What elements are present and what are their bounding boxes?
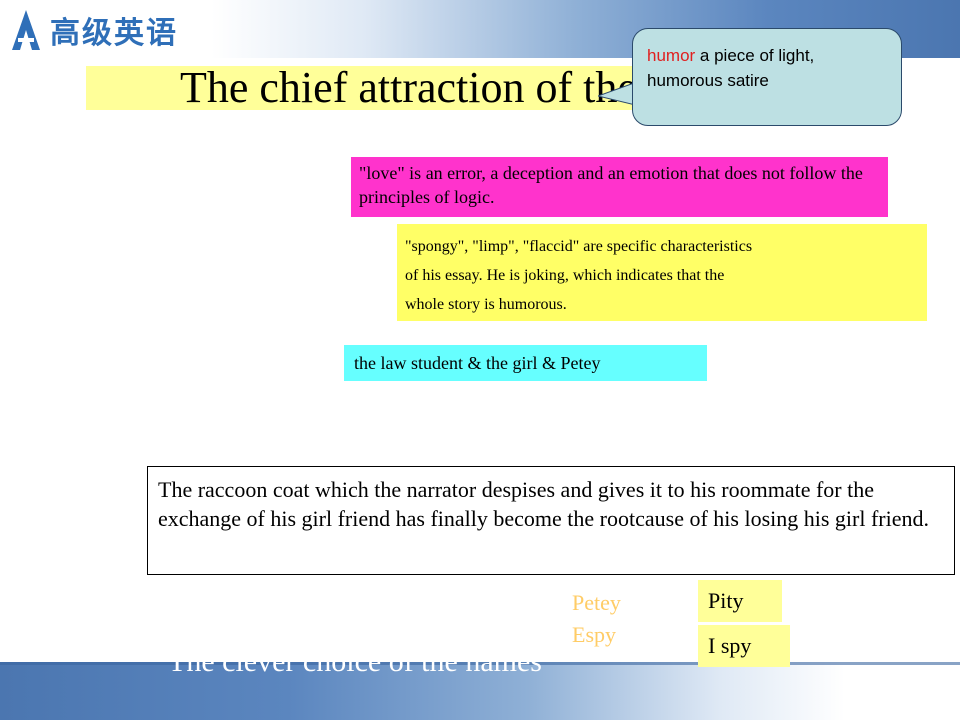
love-definition-box: "love" is an error, a deception and an e…: [351, 157, 888, 217]
callout-keyword: humor: [647, 46, 696, 65]
spongy-line-1: "spongy", "limp", "flaccid" are specific…: [405, 238, 753, 255]
logo-text: 高级英语: [50, 16, 178, 51]
logo: 高级英语: [8, 8, 178, 52]
characters-box: the law student & the girl & Petey: [344, 345, 707, 381]
name-espy: Espy: [572, 622, 616, 647]
spongy-line-3: whole story is humorous.: [405, 296, 567, 313]
clever-names-caption: The clever choice of the names: [168, 645, 542, 678]
raccoon-coat-box: The raccoon coat which the narrator desp…: [147, 466, 955, 575]
name-ispy-box: I spy: [698, 625, 790, 667]
spongy-characteristics-box: "spongy", "limp", "flaccid" are specific…: [397, 224, 927, 321]
book-a-logo-icon: [12, 10, 40, 50]
name-pity-box: Pity: [698, 580, 782, 622]
spongy-line-2: of his essay. He is joking, which indica…: [405, 267, 725, 284]
humor-callout: humor a piece of light, humorous satire: [632, 28, 902, 126]
name-petey: Petey: [572, 590, 621, 615]
